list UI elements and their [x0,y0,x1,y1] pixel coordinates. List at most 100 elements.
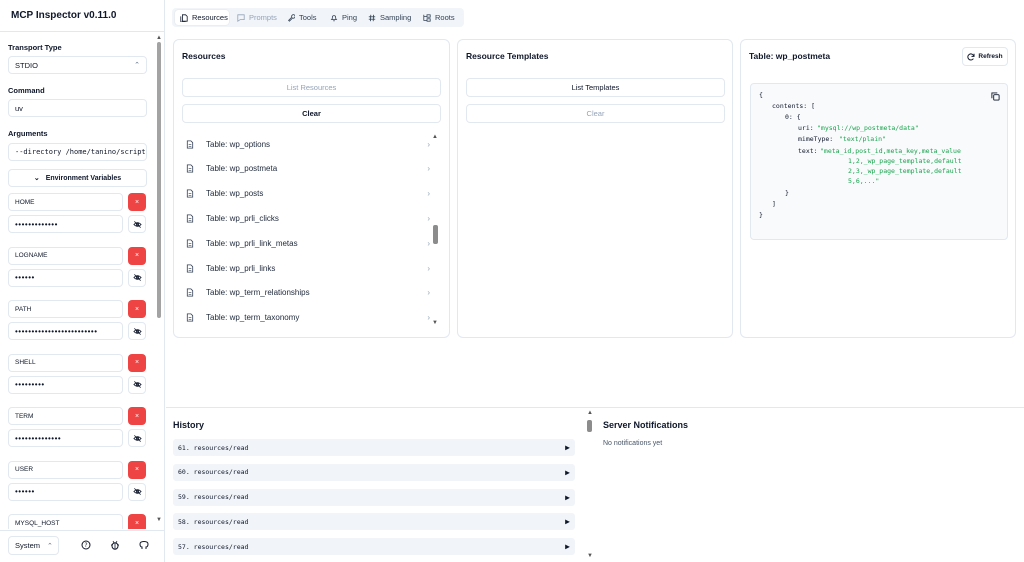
eye-off-icon[interactable] [128,429,146,447]
expand-arrow-icon: ▶ [565,492,570,502]
env-key-input[interactable]: MYSQL_HOST [8,514,123,529]
tab-resources[interactable]: Resources [175,10,229,25]
env-key-input[interactable]: TERM [8,407,123,425]
tab-label: Ping [342,13,358,22]
history-title: History [173,420,205,430]
sidebar-scrollbar[interactable] [157,42,161,318]
tab-roots[interactable]: Roots [418,10,458,25]
resource-list-item[interactable]: Table: wp_options › [186,136,430,152]
theme-value: System [15,541,41,550]
resource-templates-panel: Resource Templates List Templates Clear [457,39,733,338]
history-item[interactable]: 61. resources/read ▶ [173,439,575,456]
env-value-input[interactable]: ••••••••••••••••••••••••• [8,322,123,340]
chevrons-up-down-icon: ⌃ [134,62,140,69]
resource-list-item[interactable]: Table: wp_prli_links › [186,260,430,276]
tab-label: Sampling [380,13,412,22]
list-resources-button[interactable]: List Resources [182,78,441,97]
eye-off-icon[interactable] [128,215,146,233]
clear-templates-button[interactable]: Clear [466,104,725,123]
resource-list-item[interactable]: Table: wp_term_relationships › [186,285,430,301]
resource-list-item[interactable]: Table: wp_posts › [186,186,430,202]
tab-sampling[interactable]: Sampling [363,10,415,25]
bug-icon[interactable] [109,539,121,551]
resource-list-item[interactable]: Table: wp_postmeta › [186,161,430,177]
resource-name: Table: wp_prli_link_metas [206,238,298,248]
delete-env-button[interactable]: × [128,353,146,372]
env-value-input[interactable]: •••••• [8,268,123,287]
arguments-value: --directory /home/tanino/scripts [15,148,147,156]
delete-env-button[interactable]: × [128,460,146,479]
history-item[interactable]: 60. resources/read ▶ [173,463,575,481]
env-value-input[interactable]: ••••••••••••• [8,215,123,233]
github-icon[interactable] [138,539,150,551]
file-text-icon [186,164,200,173]
tab-bar: Resources Prompts Tools Ping Sampling Roots [172,8,464,27]
env-key-input[interactable]: PATH [8,300,123,318]
delete-env-button[interactable]: × [128,300,146,318]
command-value: uv [15,103,23,113]
transport-type-value: STDIO [15,60,38,70]
delete-env-button[interactable]: × [128,193,146,211]
list-templates-button[interactable]: List Templates [466,78,725,97]
sidebar-footer: System ⌃ ? [0,530,165,562]
copy-icon[interactable] [991,92,1000,105]
env-key-input[interactable]: LOGNAME [8,246,123,265]
env-value-input[interactable]: •••••• [8,482,123,501]
expand-arrow-icon: ▶ [565,443,570,452]
scroll-up-arrow-icon[interactable]: ▲ [587,410,593,416]
scroll-down-arrow-icon[interactable]: ▼ [156,517,162,523]
env-key-input[interactable]: USER [8,460,123,479]
server-notifications-title: Server Notifications [603,420,689,430]
code-string: 1,2,_wp_page_template,default [848,157,962,165]
delete-env-button[interactable]: × [128,514,146,529]
arguments-input[interactable]: --directory /home/tanino/scripts [8,143,147,161]
resource-list-scrollbar[interactable] [433,225,438,244]
theme-select[interactable]: System ⌃ [8,536,59,555]
resource-list-item[interactable]: Table: wp_term_taxonomy › [186,310,430,326]
help-icon[interactable]: ? [80,539,92,551]
history-item-label: 61. resources/read [178,443,249,452]
code-line: text: [798,147,818,155]
sidebar-scroll-area: Transport Type STDIO ⌃ Command uv Argume… [0,33,165,529]
chevron-right-icon: › [427,189,430,199]
delete-env-button[interactable]: × [128,407,146,425]
chevrons-up-down-icon: ⌃ [47,542,53,550]
history-item[interactable]: 58. resources/read ▶ [173,513,575,531]
delete-env-button[interactable]: × [128,246,146,265]
refresh-button[interactable]: Refresh [962,47,1008,66]
eye-off-icon[interactable] [128,322,146,340]
scroll-down-arrow-icon[interactable]: ▼ [587,553,593,559]
panel-divider[interactable] [166,407,1024,408]
env-vars-toggle-button[interactable]: ⌄ Environment Variables [8,169,147,187]
resources-panel: Resources List Resources Clear Table: wp… [173,39,450,338]
env-value-input[interactable]: •••••••••••••• [8,429,123,447]
tab-tools[interactable]: Tools [282,10,322,25]
history-item[interactable]: 59. resources/read ▶ [173,488,575,506]
env-value-input[interactable]: ••••••••• [8,375,123,394]
resource-name: Table: wp_postmeta [206,164,278,174]
env-key-input[interactable]: SHELL [8,353,123,372]
history-item[interactable]: 57. resources/read ▶ [173,538,575,556]
code-line: 0: { [785,113,801,121]
bell-icon [330,14,342,22]
history-scrollbar[interactable] [587,420,592,432]
eye-off-icon[interactable] [128,375,146,394]
resource-list-item[interactable]: Table: wp_prli_link_metas › [186,235,430,251]
eye-off-icon[interactable] [128,482,146,501]
scroll-up-arrow-icon[interactable]: ▲ [432,134,438,140]
resource-list-item[interactable]: Table: wp_prli_clicks › [186,210,430,226]
transport-type-select[interactable]: STDIO ⌃ [8,56,147,74]
eye-off-icon[interactable] [128,268,146,287]
sidebar: MCP Inspector v0.11.0 Transport Type STD… [0,0,165,562]
tab-ping[interactable]: Ping [325,10,360,25]
message-icon [237,13,249,22]
clear-resources-button[interactable]: Clear [182,104,441,123]
file-text-icon [186,239,200,248]
tab-label: Prompts [249,13,277,22]
chevron-right-icon: › [427,263,430,273]
scroll-down-arrow-icon[interactable]: ▼ [432,320,438,326]
env-key-input[interactable]: HOME [8,193,123,211]
scroll-up-arrow-icon[interactable]: ▲ [156,35,162,41]
chevron-right-icon: › [427,288,430,298]
command-input[interactable]: uv [8,99,147,117]
